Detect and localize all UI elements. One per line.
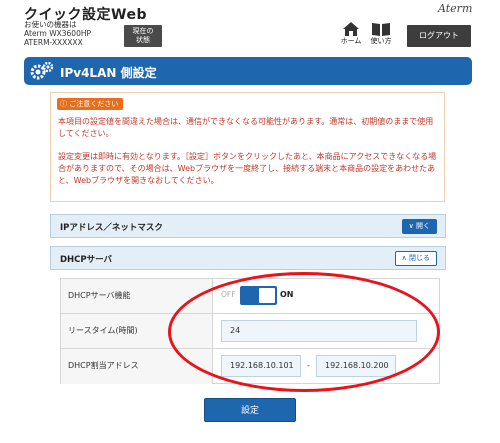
toggle-knob xyxy=(259,288,275,303)
dhcp-range-start-input[interactable]: 192.168.10.101 xyxy=(221,355,301,377)
dhcp-function-label: DHCPサーバ機能 xyxy=(61,279,213,313)
home-icon xyxy=(343,22,359,36)
collapse-button-label: 閉じる xyxy=(409,254,430,262)
status-button-line1: 現在の xyxy=(132,27,154,35)
dhcp-range-row: DHCP割当アドレス 192.168.10.101 - 192.168.10.2… xyxy=(61,349,439,384)
section-dhcp-server[interactable]: DHCPサーバ ∧ 閉じる xyxy=(50,246,446,270)
page-title: IPv4LAN 側設定 xyxy=(60,66,157,80)
book-icon xyxy=(372,23,390,36)
gear-icon xyxy=(30,61,54,80)
lease-time-label: リースタイム(時間) xyxy=(61,314,213,348)
notice-line: 合がありますので、その場合は、Webブラウザを一度終了し、接続する端末と本商品の… xyxy=(58,164,436,173)
dhcp-form: DHCPサーバ機能 OFF ON リースタイム(時間) 24 DHCP割当アドレ… xyxy=(60,278,440,384)
home-link[interactable]: ホーム xyxy=(338,22,364,46)
section-dhcp-label: DHCPサーバ xyxy=(60,255,113,265)
status-button-line2: 状態 xyxy=(136,35,150,44)
section-ip-netmask-label: IPアドレス／ネットマスク xyxy=(60,223,163,233)
notice-tag: ⓘ ご注意ください xyxy=(57,98,124,110)
notice-line: と、Webブラウザを開きなおしてください。 xyxy=(58,176,219,185)
on-label: ON xyxy=(280,290,294,299)
submit-button[interactable]: 設定 xyxy=(204,398,296,422)
expand-button-label: 開く xyxy=(416,222,430,230)
header: クイック設定Web お使いの機器は Aterm WX3600HP ATERM-X… xyxy=(0,0,500,50)
dhcp-range-label: DHCP割当アドレス xyxy=(61,349,213,384)
help-label: 使い方 xyxy=(370,37,392,45)
dhcp-range-end-input[interactable]: 192.168.10.200 xyxy=(316,355,396,377)
page-title-bar: IPv4LAN 側設定 xyxy=(24,57,472,85)
help-link[interactable]: 使い方 xyxy=(368,22,394,46)
device-model: Aterm WX3600HP xyxy=(24,29,91,38)
notice-line: 本項目の設定値を間違えた場合は、通信ができなくなる可能性があります。通常は、初期… xyxy=(58,117,434,126)
notice-line: 設定変更は即時に有効となります。［設定］ボタンをクリックしたあと、本商品にアクセ… xyxy=(58,152,437,161)
collapse-button[interactable]: ∧ 閉じる xyxy=(394,251,437,266)
chevron-up-icon: ∧ xyxy=(401,254,407,262)
dhcp-function-row: DHCPサーバ機能 OFF ON xyxy=(61,279,439,314)
chevron-down-icon: ∨ xyxy=(408,222,414,230)
notice-box: ⓘ ご注意ください 本項目の設定値を間違えた場合は、通信ができなくなる可能性があ… xyxy=(50,92,445,202)
section-ip-netmask[interactable]: IPアドレス／ネットマスク ∨ 開く xyxy=(50,214,446,238)
lease-time-input[interactable]: 24 xyxy=(221,320,417,342)
range-separator: - xyxy=(307,361,310,370)
notice-tag-label: ご注意ください xyxy=(69,100,119,108)
home-label: ホーム xyxy=(340,37,362,45)
current-status-button[interactable]: 現在の 状態 xyxy=(124,25,162,47)
info-icon: ⓘ xyxy=(60,100,70,108)
device-ssid: ATERM-XXXXXX xyxy=(24,38,83,47)
device-caption: お使いの機器は xyxy=(24,20,77,29)
notice-line: してください。 xyxy=(58,129,114,138)
expand-button[interactable]: ∨ 開く xyxy=(401,219,437,234)
logout-button[interactable]: ログアウト xyxy=(407,25,471,47)
lease-time-row: リースタイム(時間) 24 xyxy=(61,314,439,349)
dhcp-function-toggle[interactable] xyxy=(240,286,277,305)
brand-logo: Aterm xyxy=(438,2,473,15)
off-label: OFF xyxy=(221,290,236,299)
